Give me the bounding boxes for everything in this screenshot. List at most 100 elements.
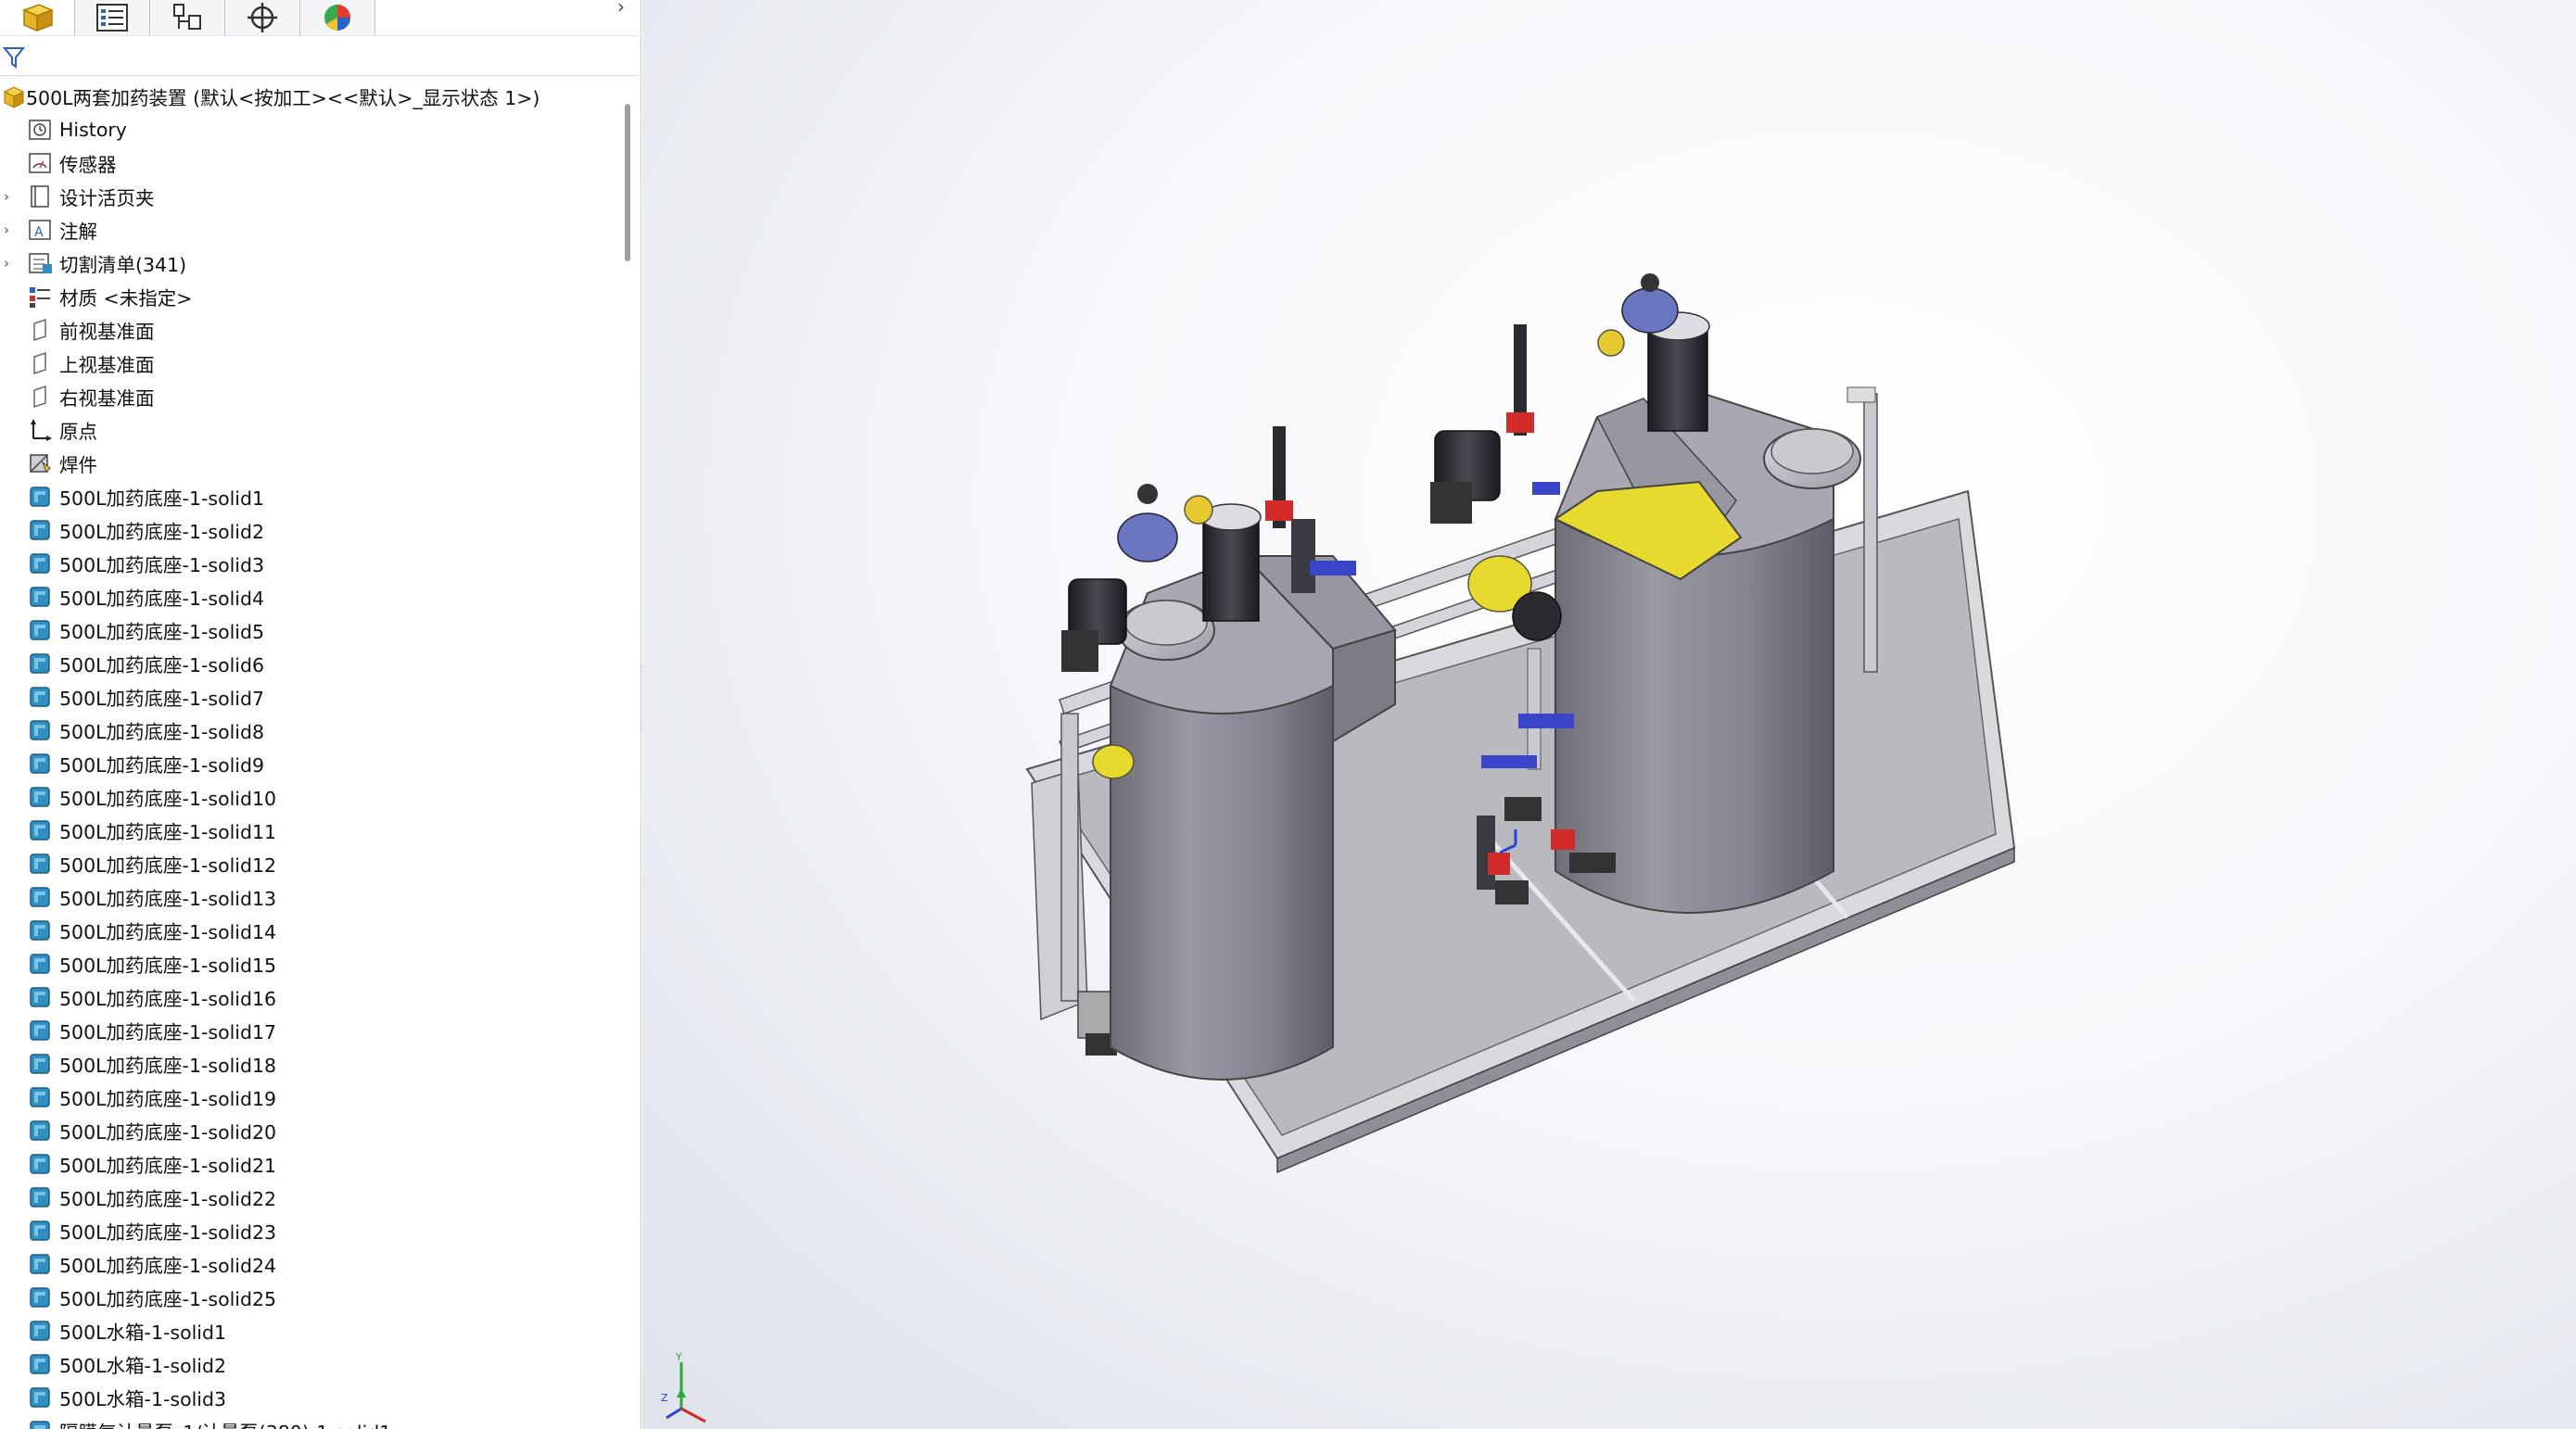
tree-item[interactable]: › A 注解 — [0, 213, 621, 247]
design-binder-icon — [26, 183, 54, 210]
tree-item[interactable]: 上视基准面 — [0, 347, 621, 380]
crosshair-icon — [247, 3, 277, 32]
filter-icon[interactable] — [2, 44, 26, 71]
solid-body-icon — [26, 950, 54, 978]
expand-chevron-icon[interactable]: › — [4, 188, 17, 205]
tree-item[interactable]: › 设计活页夹 — [0, 180, 621, 213]
tree-item[interactable]: › 切割清单(341) — [0, 247, 621, 280]
solid-body-icon — [26, 1017, 54, 1044]
tree-item[interactable]: 500L加药底座-1-solid4 — [0, 580, 621, 613]
tree-item[interactable]: 500L加药底座-1-solid24 — [0, 1247, 621, 1281]
tree-item[interactable]: 500L加药底座-1-solid14 — [0, 914, 621, 947]
transfer-pump-right[interactable] — [1430, 430, 1501, 524]
tree-item-label: 切割清单(341) — [59, 254, 187, 276]
transfer-pump-left[interactable] — [1061, 578, 1127, 672]
featuremanager-icon — [21, 4, 55, 32]
tree-item[interactable]: 500L加药底座-1-solid16 — [0, 980, 621, 1014]
tree-item-label: 500L加药底座-1-solid2 — [59, 521, 265, 543]
solid-body-icon — [26, 983, 54, 1011]
tank-right[interactable] — [1553, 387, 1861, 914]
display-pie-icon — [324, 5, 350, 31]
tree-item-label: 500L加药底座-1-solid14 — [59, 921, 277, 943]
display-manager-tab[interactable] — [300, 0, 375, 35]
expand-chevron-icon[interactable]: › — [4, 221, 17, 238]
tree-item[interactable]: 500L加药底座-1-solid20 — [0, 1114, 621, 1147]
tree-item-label: 500L加药底座-1-solid24 — [59, 1255, 277, 1277]
tree-item-label: 500L加药底座-1-solid18 — [59, 1055, 277, 1077]
tree-item[interactable]: 500L加药底座-1-solid13 — [0, 880, 621, 914]
tree-item[interactable]: 500L加药底座-1-solid8 — [0, 714, 621, 747]
configuration-icon — [173, 4, 201, 30]
tree-item[interactable]: 右视基准面 — [0, 380, 621, 413]
weldment-icon — [26, 449, 54, 477]
tree-item[interactable]: 500L水箱-1-solid1 — [0, 1314, 621, 1347]
origin-icon — [26, 416, 54, 444]
tree-item[interactable]: 500L加药底座-1-solid25 — [0, 1281, 621, 1314]
tree-item-label: 500L水箱-1-solid2 — [59, 1355, 227, 1377]
configurationmanager-tab[interactable] — [150, 0, 225, 35]
tree-item[interactable]: 500L加药底座-1-solid11 — [0, 814, 621, 847]
tree-item[interactable]: 500L加药底座-1-solid17 — [0, 1014, 621, 1047]
tree-item-label: 500L水箱-1-solid1 — [59, 1322, 227, 1344]
tree-scrollbar[interactable] — [625, 104, 630, 261]
tree-item-label: 上视基准面 — [59, 354, 155, 376]
tree-item[interactable]: 传感器 — [0, 146, 621, 180]
metering-pump-left[interactable] — [1092, 744, 1135, 779]
solid-body-icon — [26, 1217, 54, 1245]
tree-filter-row[interactable] — [0, 35, 640, 76]
graphics-viewport[interactable]: Y Z — [642, 0, 2576, 1429]
tree-item-label: 500L加药底座-1-solid21 — [59, 1155, 277, 1177]
tree-item[interactable]: 500L加药底座-1-solid10 — [0, 780, 621, 814]
tree-item[interactable]: 500L加药底座-1-solid5 — [0, 613, 621, 647]
tree-root-part[interactable]: 500L两套加药装置 (默认<按加工><<默认>_显示状态 1>) — [0, 80, 621, 113]
chevron-right-icon[interactable]: › — [610, 0, 632, 19]
tree-item[interactable]: History — [0, 113, 621, 146]
tree-item[interactable]: 500L加药底座-1-solid12 — [0, 847, 621, 880]
tree-item[interactable]: 500L加药底座-1-solid22 — [0, 1181, 621, 1214]
dimxpert-tab[interactable] — [225, 0, 300, 35]
tree-item-label: 500L加药底座-1-solid15 — [59, 955, 277, 977]
solid-body-icon — [26, 616, 54, 644]
tree-item[interactable]: 500L加药底座-1-solid2 — [0, 513, 621, 547]
tree-item-label: 焊件 — [59, 454, 97, 476]
tree-item[interactable]: 材质 <未指定> — [0, 280, 621, 313]
tree-item[interactable]: 500L水箱-1-solid3 — [0, 1381, 621, 1414]
tree-item[interactable]: 500L加药底座-1-solid9 — [0, 747, 621, 780]
plane-icon — [26, 349, 54, 377]
solid-body-icon — [26, 1150, 54, 1178]
tree-item[interactable]: 500L加药底座-1-solid3 — [0, 547, 621, 580]
agitator-motor-left[interactable] — [1200, 503, 1262, 622]
tree-item[interactable]: 500L加药底座-1-solid15 — [0, 947, 621, 980]
tree-item-label: 500L加药底座-1-solid13 — [59, 888, 277, 910]
tree-item-label: 右视基准面 — [59, 387, 155, 410]
solid-body-icon — [26, 750, 54, 778]
featuremanager-tab[interactable] — [0, 0, 75, 35]
tree-item-label: 500L加药底座-1-solid12 — [59, 854, 277, 877]
pressure-regulator-left[interactable] — [1117, 484, 1213, 563]
tree-item[interactable]: 原点 — [0, 413, 621, 447]
tree-item[interactable]: 500L加药底座-1-solid18 — [0, 1047, 621, 1081]
tree-item-label: 500L加药底座-1-solid19 — [59, 1088, 277, 1110]
triad-y-label: Y — [675, 1353, 682, 1363]
solid-body-icon — [26, 1117, 54, 1144]
propertymanager-tab[interactable] — [75, 0, 150, 35]
tree-item[interactable]: 500L加药底座-1-solid6 — [0, 647, 621, 680]
tree-item-label: History — [59, 119, 127, 141]
history-icon — [26, 116, 54, 144]
tree-item[interactable]: 500L水箱-1-solid2 — [0, 1347, 621, 1381]
tree-item-label: 原点 — [59, 421, 97, 443]
tree-item[interactable]: 500L加药底座-1-solid7 — [0, 680, 621, 714]
solid-body-icon — [26, 783, 54, 811]
solid-body-icon — [26, 1083, 54, 1111]
tree-item[interactable]: 500L加药底座-1-solid19 — [0, 1081, 621, 1114]
expand-chevron-icon[interactable]: › — [4, 255, 17, 272]
dosing-unit-model[interactable] — [642, 0, 2576, 1429]
solid-body-icon — [26, 850, 54, 878]
tree-item[interactable]: 500L加药底座-1-solid23 — [0, 1214, 621, 1247]
tree-item[interactable]: 隔膜气计量泵_1/计量泵(380)-1-solid1 — [0, 1414, 621, 1429]
tree-item[interactable]: 500L加药底座-1-solid21 — [0, 1147, 621, 1181]
tree-item[interactable]: 前视基准面 — [0, 313, 621, 347]
tree-item[interactable]: 焊件 — [0, 447, 621, 480]
tree-item[interactable]: 500L加药底座-1-solid1 — [0, 480, 621, 513]
orientation-triad[interactable]: Y Z — [661, 1353, 717, 1429]
